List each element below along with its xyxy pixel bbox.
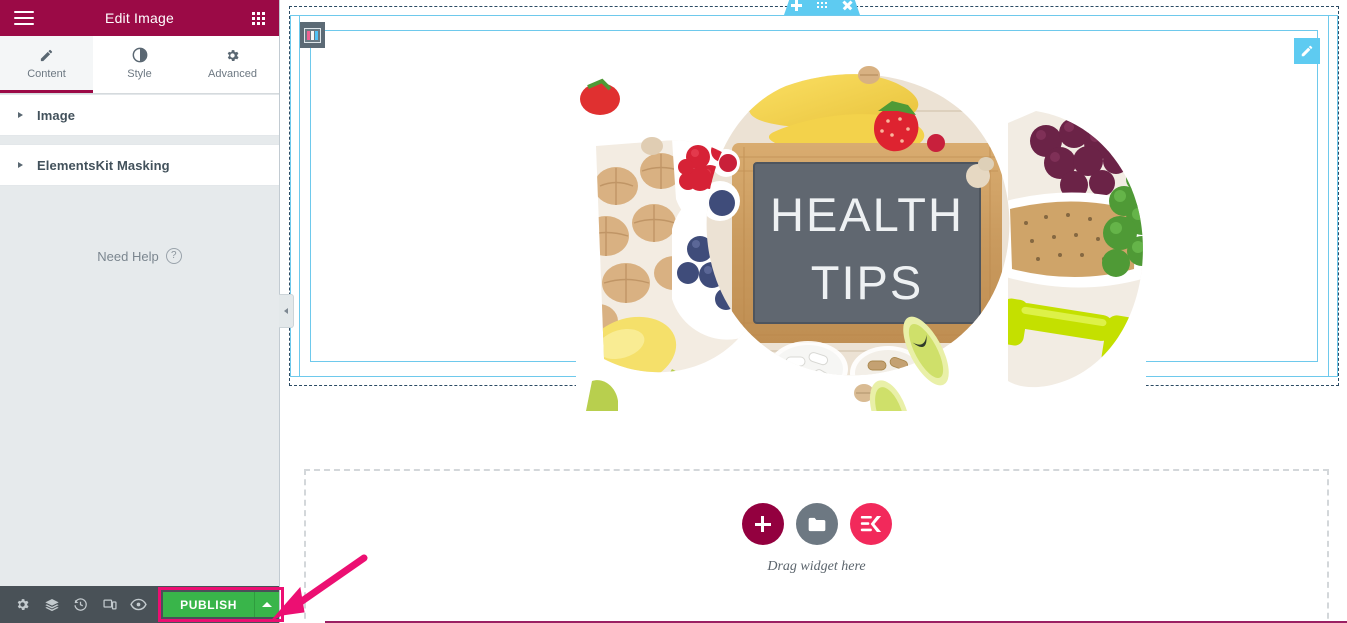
pencil-edit-icon bbox=[1301, 45, 1313, 57]
chevron-right-icon bbox=[18, 112, 23, 118]
tab-content-label: Content bbox=[27, 67, 66, 80]
settings-gear-icon[interactable] bbox=[8, 586, 37, 623]
need-help-link[interactable]: Need Help ? bbox=[0, 248, 279, 264]
panel-footer: PUBLISH bbox=[0, 586, 285, 623]
add-new-widget-button[interactable] bbox=[741, 503, 784, 545]
drop-area-buttons bbox=[741, 503, 892, 545]
section-inner: Health Tips chalkboard surrounded by hea… bbox=[290, 15, 1338, 411]
folder-icon bbox=[808, 517, 825, 531]
publish-control-group: PUBLISH bbox=[158, 587, 285, 622]
preview-eye-icon[interactable] bbox=[124, 586, 153, 623]
widget-edit-button[interactable] bbox=[1294, 38, 1320, 64]
navigator-layers-icon[interactable] bbox=[37, 586, 66, 623]
publish-options-button[interactable] bbox=[254, 592, 280, 617]
elementor-editor: Edit Image Content Style Advanced Image … bbox=[0, 0, 1347, 623]
section-image[interactable]: Image bbox=[0, 94, 279, 136]
health-tips-artwork: HEALTH TIPS bbox=[576, 51, 1146, 411]
tab-style[interactable]: Style bbox=[93, 36, 186, 93]
panel-collapse-toggle[interactable] bbox=[279, 294, 294, 328]
section-image-label: Image bbox=[37, 107, 76, 123]
section-elementskit-masking-label: ElementsKit Masking bbox=[37, 157, 170, 173]
drop-widget-area[interactable]: Drag widget here bbox=[304, 469, 1329, 623]
panel-body: Need Help ? bbox=[0, 186, 279, 586]
section-wrapper[interactable]: Health Tips chalkboard surrounded by hea… bbox=[289, 0, 1339, 411]
drop-area-label: Drag widget here bbox=[767, 559, 866, 574]
panel-header: Edit Image bbox=[0, 0, 279, 36]
edit-section-button[interactable] bbox=[813, 0, 831, 14]
editor-panel: Edit Image Content Style Advanced Image … bbox=[0, 0, 285, 623]
panel-tabs: Content Style Advanced bbox=[0, 36, 279, 94]
masked-image: Health Tips chalkboard surrounded by hea… bbox=[576, 51, 1146, 411]
panel-title: Edit Image bbox=[105, 10, 174, 26]
section-toolbar bbox=[784, 0, 860, 15]
add-section-button[interactable] bbox=[788, 0, 806, 14]
tab-advanced[interactable]: Advanced bbox=[186, 36, 279, 93]
section-elementskit-masking[interactable]: ElementsKit Masking bbox=[0, 144, 279, 186]
publish-button[interactable]: PUBLISH bbox=[163, 592, 255, 617]
chevron-left-icon bbox=[284, 308, 288, 314]
board-line-2: TIPS bbox=[811, 256, 923, 309]
close-x-icon bbox=[842, 0, 853, 11]
pencil-icon bbox=[39, 47, 54, 64]
tab-content[interactable]: Content bbox=[0, 36, 93, 93]
tab-style-label: Style bbox=[127, 67, 152, 80]
hamburger-menu-icon[interactable] bbox=[14, 11, 34, 25]
widgets-grid-dots-icon[interactable] bbox=[252, 11, 265, 25]
board-line-1: HEALTH bbox=[770, 188, 964, 241]
drop-area-inner: Drag widget here bbox=[306, 503, 1327, 575]
question-circle-icon: ? bbox=[165, 248, 182, 264]
history-clock-icon[interactable] bbox=[66, 586, 95, 623]
column-bars-glyph bbox=[304, 27, 321, 43]
accordion-divider bbox=[0, 136, 279, 144]
elementskit-button[interactable] bbox=[849, 503, 892, 545]
gear-icon bbox=[225, 47, 240, 64]
caret-up-icon bbox=[262, 602, 273, 607]
elementskit-logo-icon bbox=[860, 515, 881, 533]
column-handle-icon[interactable] bbox=[300, 22, 325, 48]
dots-grid-icon bbox=[816, 2, 827, 8]
chevron-right-icon bbox=[18, 162, 23, 168]
column-wrapper[interactable]: Health Tips chalkboard surrounded by hea… bbox=[299, 16, 1329, 411]
plus-icon bbox=[754, 516, 771, 532]
plus-icon bbox=[791, 0, 803, 11]
responsive-mode-icon[interactable] bbox=[95, 586, 124, 623]
delete-section-button[interactable] bbox=[838, 0, 856, 14]
editor-canvas: Health Tips chalkboard surrounded by hea… bbox=[280, 0, 1347, 623]
add-template-button[interactable] bbox=[795, 503, 838, 545]
image-widget[interactable]: Health Tips chalkboard surrounded by hea… bbox=[310, 30, 1318, 411]
need-help-label: Need Help bbox=[97, 248, 159, 264]
tab-advanced-label: Advanced bbox=[208, 67, 257, 80]
contrast-icon bbox=[132, 47, 148, 64]
